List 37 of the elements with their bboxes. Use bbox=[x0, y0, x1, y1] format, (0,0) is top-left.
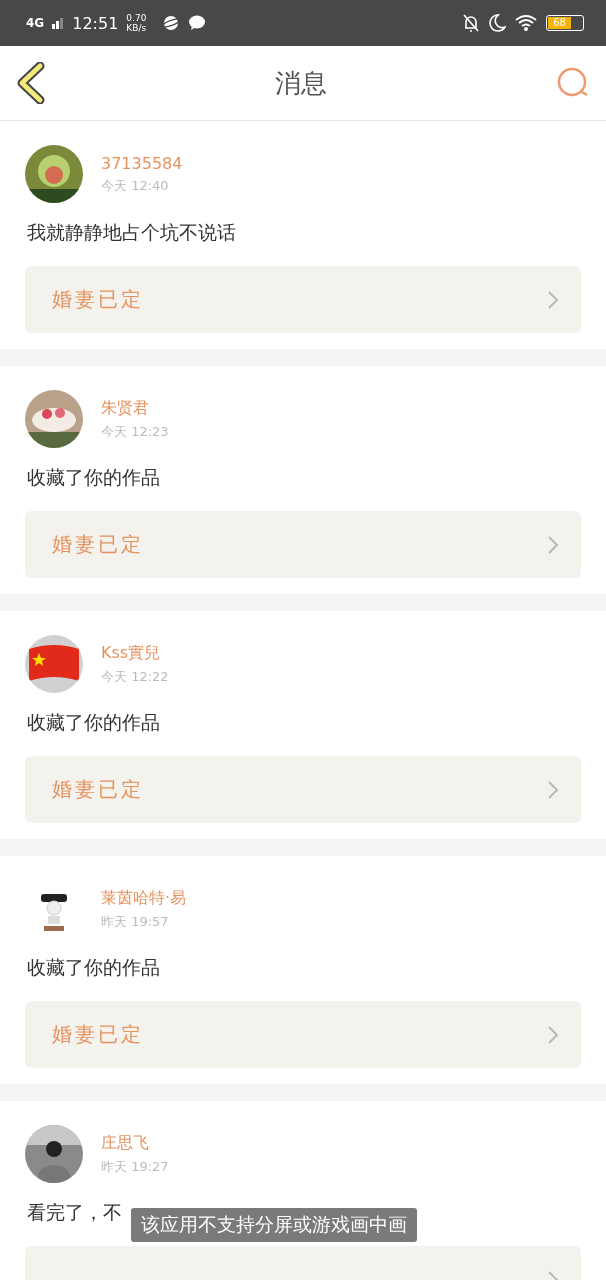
work-link[interactable]: 婚妻已定 bbox=[25, 756, 581, 823]
work-title: 婚妻已定 bbox=[52, 776, 144, 803]
work-link[interactable]: 婚妻已定 bbox=[25, 266, 581, 333]
user-name[interactable]: 朱贤君 bbox=[101, 397, 169, 419]
user-name[interactable]: 莱茵哈特·易 bbox=[101, 887, 187, 909]
work-link[interactable]: 婚妻已定 bbox=[25, 1001, 581, 1068]
user-name[interactable]: 37135584 bbox=[101, 153, 183, 173]
message-text: 收藏了你的作品 bbox=[27, 710, 160, 735]
battery-percent: 68 bbox=[548, 17, 572, 29]
work-title: 婚妻已定 bbox=[52, 1021, 144, 1048]
work-link[interactable]: 婚妻已定 bbox=[25, 511, 581, 578]
user-name[interactable]: 庄思飞 bbox=[101, 1132, 169, 1154]
bell-muted-icon bbox=[462, 13, 480, 33]
message-time: 昨天 19:27 bbox=[101, 1157, 169, 1176]
back-icon[interactable] bbox=[16, 62, 46, 104]
message-text: 我就静静地占个坑不说话 bbox=[27, 220, 236, 245]
work-title: 婚妻已定 bbox=[52, 286, 144, 313]
network-speed: 0.70 bbox=[126, 13, 147, 23]
chat-bubble-icon bbox=[188, 15, 207, 31]
message-time: 今天 12:40 bbox=[101, 176, 170, 195]
user-name[interactable]: Kss實兒 bbox=[101, 642, 169, 664]
page-title: 消息 bbox=[275, 66, 327, 100]
unsupported-toast: 该应用不支持分屏或游戏画中画 bbox=[131, 1208, 417, 1242]
message-text: 收藏了你的作品 bbox=[27, 955, 160, 980]
network-label: 4G bbox=[26, 16, 45, 30]
planet-icon bbox=[162, 14, 181, 32]
speed-unit: KB/s bbox=[126, 23, 147, 33]
message-time: 今天 12:22 bbox=[101, 667, 169, 686]
message-time: 今天 12:23 bbox=[101, 422, 169, 441]
message-text: 看完了，不 bbox=[27, 1200, 122, 1225]
clock: 12:51 bbox=[72, 13, 119, 33]
work-title: 婚妻已定 bbox=[52, 531, 144, 558]
signal-icon bbox=[52, 17, 65, 29]
moon-icon bbox=[488, 13, 506, 33]
message-text: 收藏了你的作品 bbox=[27, 465, 160, 490]
wifi-icon bbox=[514, 14, 538, 32]
message-time: 昨天 19:57 bbox=[101, 912, 170, 931]
